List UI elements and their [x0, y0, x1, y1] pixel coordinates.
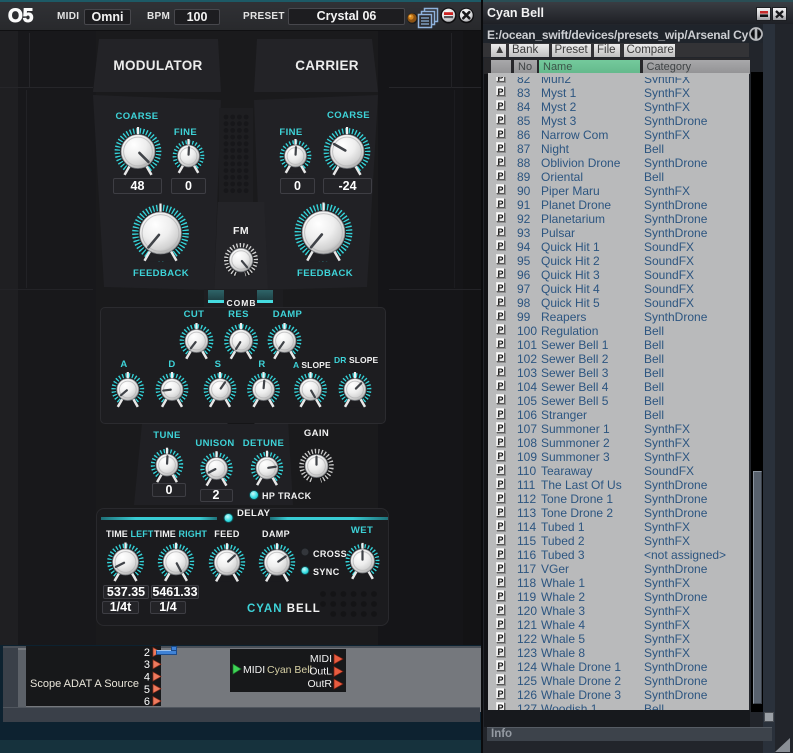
svg-text:MIDI: MIDI — [243, 664, 265, 676]
svg-text:MIDI: MIDI — [310, 653, 332, 665]
svg-text:4: 4 — [144, 672, 150, 684]
svg-text:3: 3 — [144, 659, 150, 671]
svg-text:5: 5 — [144, 684, 150, 696]
svg-text:6: 6 — [144, 696, 150, 708]
svg-text:Cyan Bell: Cyan Bell — [267, 664, 312, 676]
svg-text:OutR: OutR — [307, 678, 332, 690]
svg-text:OutL: OutL — [309, 666, 332, 678]
svg-text:2: 2 — [144, 647, 150, 659]
